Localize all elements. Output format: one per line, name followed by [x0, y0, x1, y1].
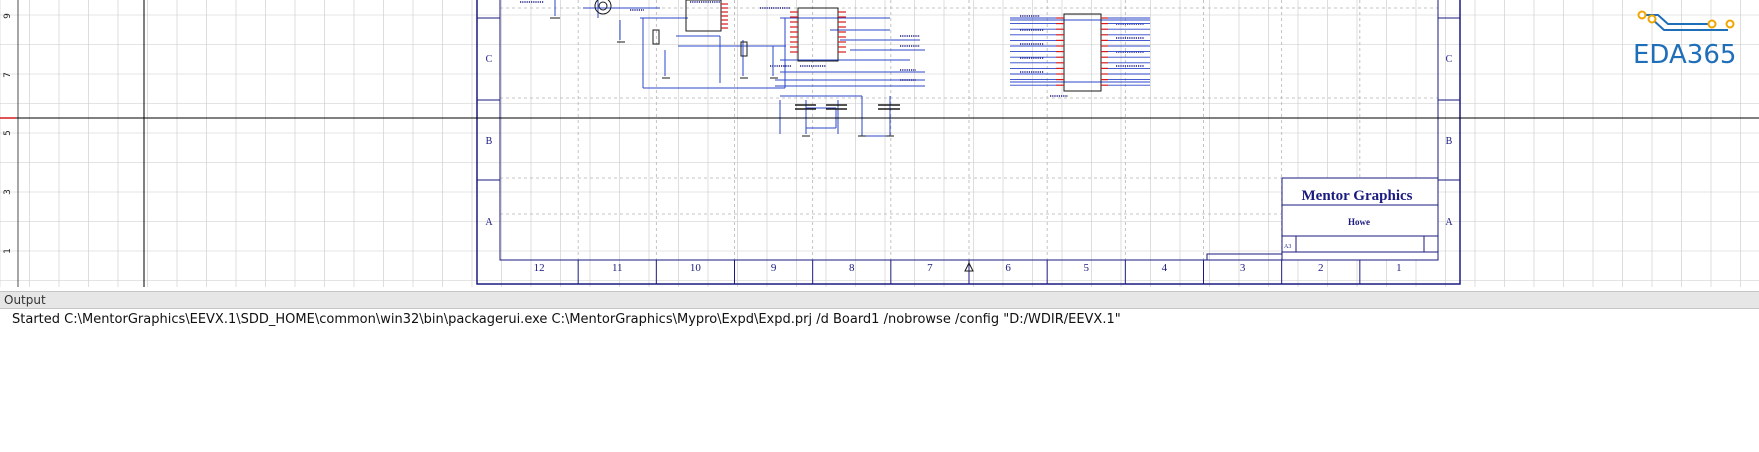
- column-label: 11: [612, 262, 623, 274]
- title-block-sheet-title: Howe: [1348, 217, 1370, 227]
- crystal-symbol: [594, 0, 612, 15]
- title-block-size: A3: [1284, 244, 1291, 250]
- column-label: 9: [771, 262, 777, 274]
- ruler-label: 5: [3, 130, 13, 136]
- u1-ic-symbol: [685, 0, 722, 32]
- schematic-editor-window: C C B B A A 12 11 10 9 8 7 6 5 4 3 2 1 9 7 5 3 1: [0, 0, 1759, 452]
- circuit-trace-icon: [1637, 10, 1735, 31]
- u2-ic-symbol: [797, 7, 839, 62]
- column-label: 5: [1084, 262, 1090, 274]
- output-log-line: Started C:\MentorGraphics\EEVX.1\SDD_HOM…: [12, 312, 1121, 327]
- u3-pin-lines: [1010, 17, 1150, 86]
- column-label: 4: [1162, 262, 1168, 274]
- column-label: 7: [927, 262, 933, 274]
- row-label: B: [1446, 136, 1453, 147]
- column-label: 6: [1005, 262, 1011, 274]
- crosshair-cursor: [0, 0, 1759, 287]
- eda365-logo-text: EDA365: [1633, 40, 1736, 70]
- row-label: A: [485, 217, 493, 228]
- title-block-company: Mentor Graphics: [1302, 188, 1413, 204]
- row-label: A: [1445, 217, 1453, 228]
- title-block: Mentor Graphics Howe A3: [1206, 177, 1439, 261]
- left-ruler: 9 7 5 3 1: [3, 0, 19, 287]
- column-label: 2: [1318, 262, 1324, 274]
- resistor-symbols: [652, 29, 748, 57]
- ruler-label: 7: [3, 72, 13, 78]
- schematic-canvas[interactable]: C C B B A A 12 11 10 9 8 7 6 5 4 3 2 1 9 7 5 3 1: [0, 0, 1759, 287]
- output-panel-title: Output: [4, 293, 46, 307]
- column-label: 12: [534, 262, 545, 274]
- row-label: B: [486, 136, 493, 147]
- ruler-label: 1: [3, 248, 13, 254]
- column-label: 3: [1240, 262, 1246, 274]
- schematic-drawing[interactable]: C C B B A A 12 11 10 9 8 7 6 5 4 3 2 1 9 7 5 3 1: [0, 0, 1759, 287]
- background-grid: [0, 0, 1759, 287]
- capacitor-symbols: [795, 104, 900, 110]
- output-panel-header[interactable]: Output: [0, 291, 1759, 309]
- u3-ic-symbol: [1063, 13, 1102, 92]
- column-label: 1: [1396, 262, 1402, 274]
- eda365-logo: EDA365: [1633, 10, 1736, 70]
- row-label: C: [486, 54, 493, 65]
- output-panel-body[interactable]: Started C:\MentorGraphics\EEVX.1\SDD_HOM…: [0, 309, 1759, 452]
- column-label: 10: [690, 262, 702, 274]
- column-label: 8: [849, 262, 855, 274]
- ruler-label: 3: [3, 189, 13, 195]
- row-label: C: [1446, 54, 1453, 65]
- ruler-label: 9: [3, 13, 13, 19]
